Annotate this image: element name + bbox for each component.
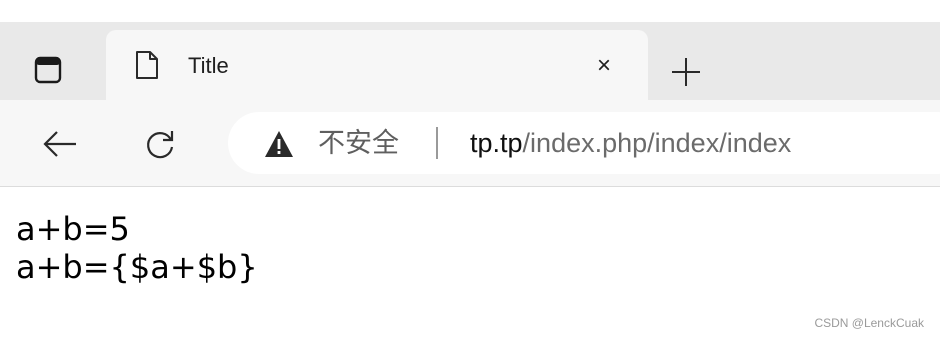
new-tab-button[interactable] xyxy=(666,52,706,92)
url-text[interactable]: tp.tp/index.php/index/index xyxy=(470,126,791,160)
url-path: /index.php/index/index xyxy=(522,128,792,158)
page-content: a+b=5 a+b={$a+$b} xyxy=(16,210,258,286)
address-bar[interactable]: 不安全 tp.tp/index.php/index/index xyxy=(228,112,940,174)
watermark: CSDN @LenckCuak xyxy=(814,316,924,330)
tab-actions-button[interactable] xyxy=(26,48,70,92)
output-line-2: a+b={$a+$b} xyxy=(16,248,258,286)
url-host: tp.tp xyxy=(470,128,523,158)
back-button[interactable] xyxy=(40,124,80,164)
arrow-left-icon xyxy=(43,131,76,157)
toolbar: 不安全 tp.tp/index.php/index/index xyxy=(0,100,940,187)
browser-window: Title × 不安全 tp.tp/index.php/index/index … xyxy=(0,0,940,340)
tab-close-button[interactable]: × xyxy=(590,52,618,80)
plus-icon xyxy=(672,58,700,86)
warning-icon[interactable] xyxy=(264,130,294,158)
address-divider xyxy=(436,127,438,159)
output-line-1: a+b=5 xyxy=(16,210,130,248)
tab-actions-icon xyxy=(34,56,62,84)
close-icon: × xyxy=(596,52,611,79)
tab-strip: Title × xyxy=(0,22,940,112)
refresh-icon xyxy=(147,131,174,159)
page-icon xyxy=(136,51,158,79)
tab-title: Title xyxy=(188,53,229,78)
security-status-label[interactable]: 不安全 xyxy=(318,126,399,160)
refresh-button[interactable] xyxy=(140,124,180,164)
